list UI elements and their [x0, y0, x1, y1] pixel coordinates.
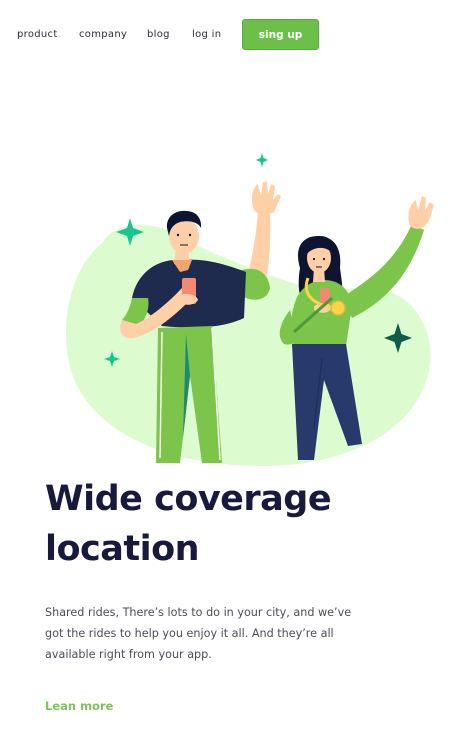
nav-link-product[interactable]: product	[17, 28, 58, 42]
nav-link-login[interactable]: log in	[192, 28, 221, 42]
nav-link-blog[interactable]: blog	[147, 28, 170, 42]
nav-link-company[interactable]: company	[79, 28, 127, 42]
top-navigation: product company blog log in sing up	[0, 19, 459, 51]
hero-illustration	[66, 153, 434, 466]
sparkle-icon	[256, 153, 268, 167]
background-blob	[66, 224, 431, 466]
hero-title: Wide coverage location	[45, 479, 332, 569]
learn-more-link[interactable]: Lean more	[45, 699, 113, 713]
hero-description: Shared rides, There’s lots to do in your…	[45, 606, 352, 661]
signup-button[interactable]: sing up	[242, 19, 319, 50]
